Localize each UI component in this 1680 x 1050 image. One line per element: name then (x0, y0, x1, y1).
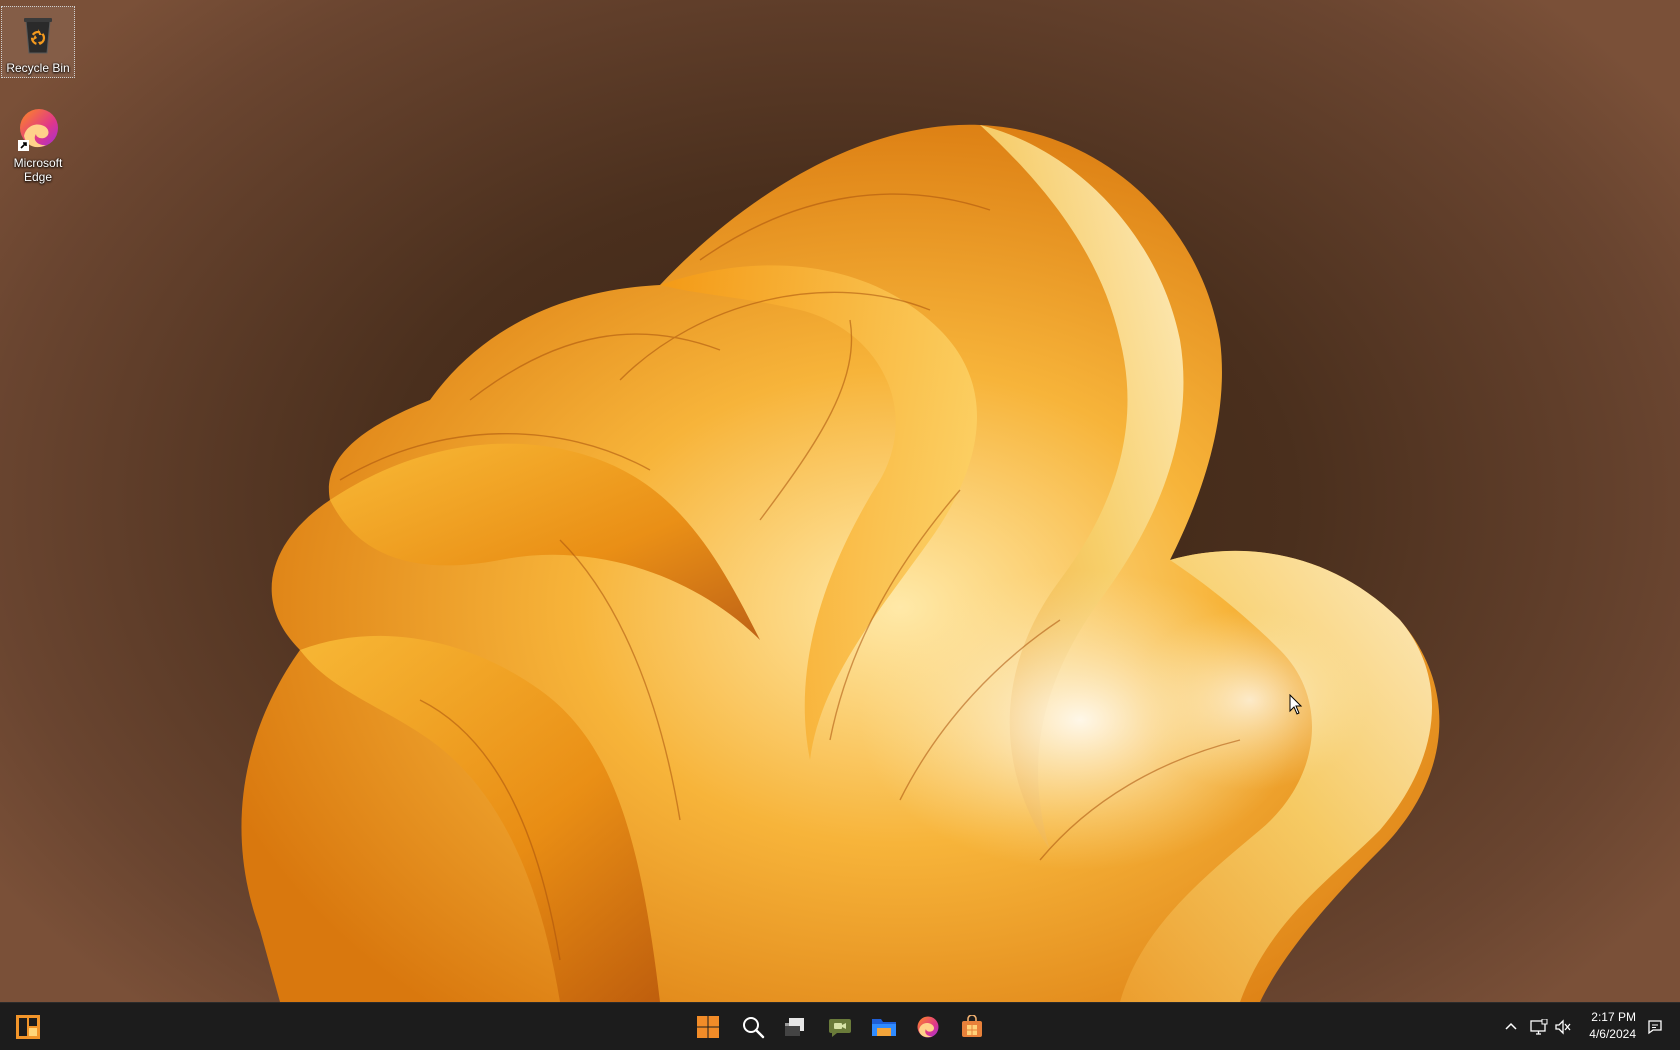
clock-date: 4/6/2024 (1589, 1027, 1636, 1041)
microsoft-edge-label: Microsoft Edge (13, 156, 63, 184)
chevron-up-icon (1505, 1022, 1517, 1030)
notification-center-button[interactable] (1644, 1015, 1666, 1039)
edge-icon (917, 1016, 939, 1038)
network-icon (1530, 1019, 1548, 1035)
chat-button[interactable] (820, 1008, 860, 1046)
recycle-bin-icon (14, 11, 62, 59)
folder-icon (872, 1019, 896, 1036)
mouse-cursor-icon (1289, 694, 1303, 715)
store-button[interactable] (952, 1008, 992, 1046)
widgets-button[interactable] (8, 1008, 48, 1046)
show-hidden-icons-button[interactable] (1500, 1015, 1522, 1039)
file-explorer-button[interactable] (864, 1008, 904, 1046)
start-button[interactable] (688, 1008, 728, 1046)
windows-icon (697, 1016, 719, 1038)
network-button[interactable] (1528, 1015, 1550, 1039)
edge-button[interactable] (908, 1008, 948, 1046)
task-view-button[interactable] (774, 1008, 814, 1046)
microsoft-edge-shortcut[interactable]: Microsoft Edge (1, 102, 75, 186)
edge-icon (14, 106, 62, 154)
desktop[interactable]: Recycle Bin Microsoft Edge (0, 0, 1680, 1002)
clock[interactable]: 2:17 PM 4/6/2024 (1560, 1009, 1636, 1043)
task-view-icon (785, 1018, 804, 1036)
recycle-bin-shortcut[interactable]: Recycle Bin (1, 6, 75, 78)
taskbar: 2:17 PM 4/6/2024 (0, 1002, 1680, 1050)
search-button[interactable] (733, 1008, 773, 1046)
recycle-bin-label: Recycle Bin (6, 61, 70, 75)
widgets-icon (16, 1015, 40, 1039)
chat-icon (829, 1019, 851, 1037)
search-icon (743, 1017, 765, 1039)
notification-icon (1648, 1020, 1662, 1035)
wallpaper (241, 124, 1440, 1002)
clock-time: 2:17 PM (1591, 1010, 1636, 1024)
store-icon (962, 1015, 982, 1037)
